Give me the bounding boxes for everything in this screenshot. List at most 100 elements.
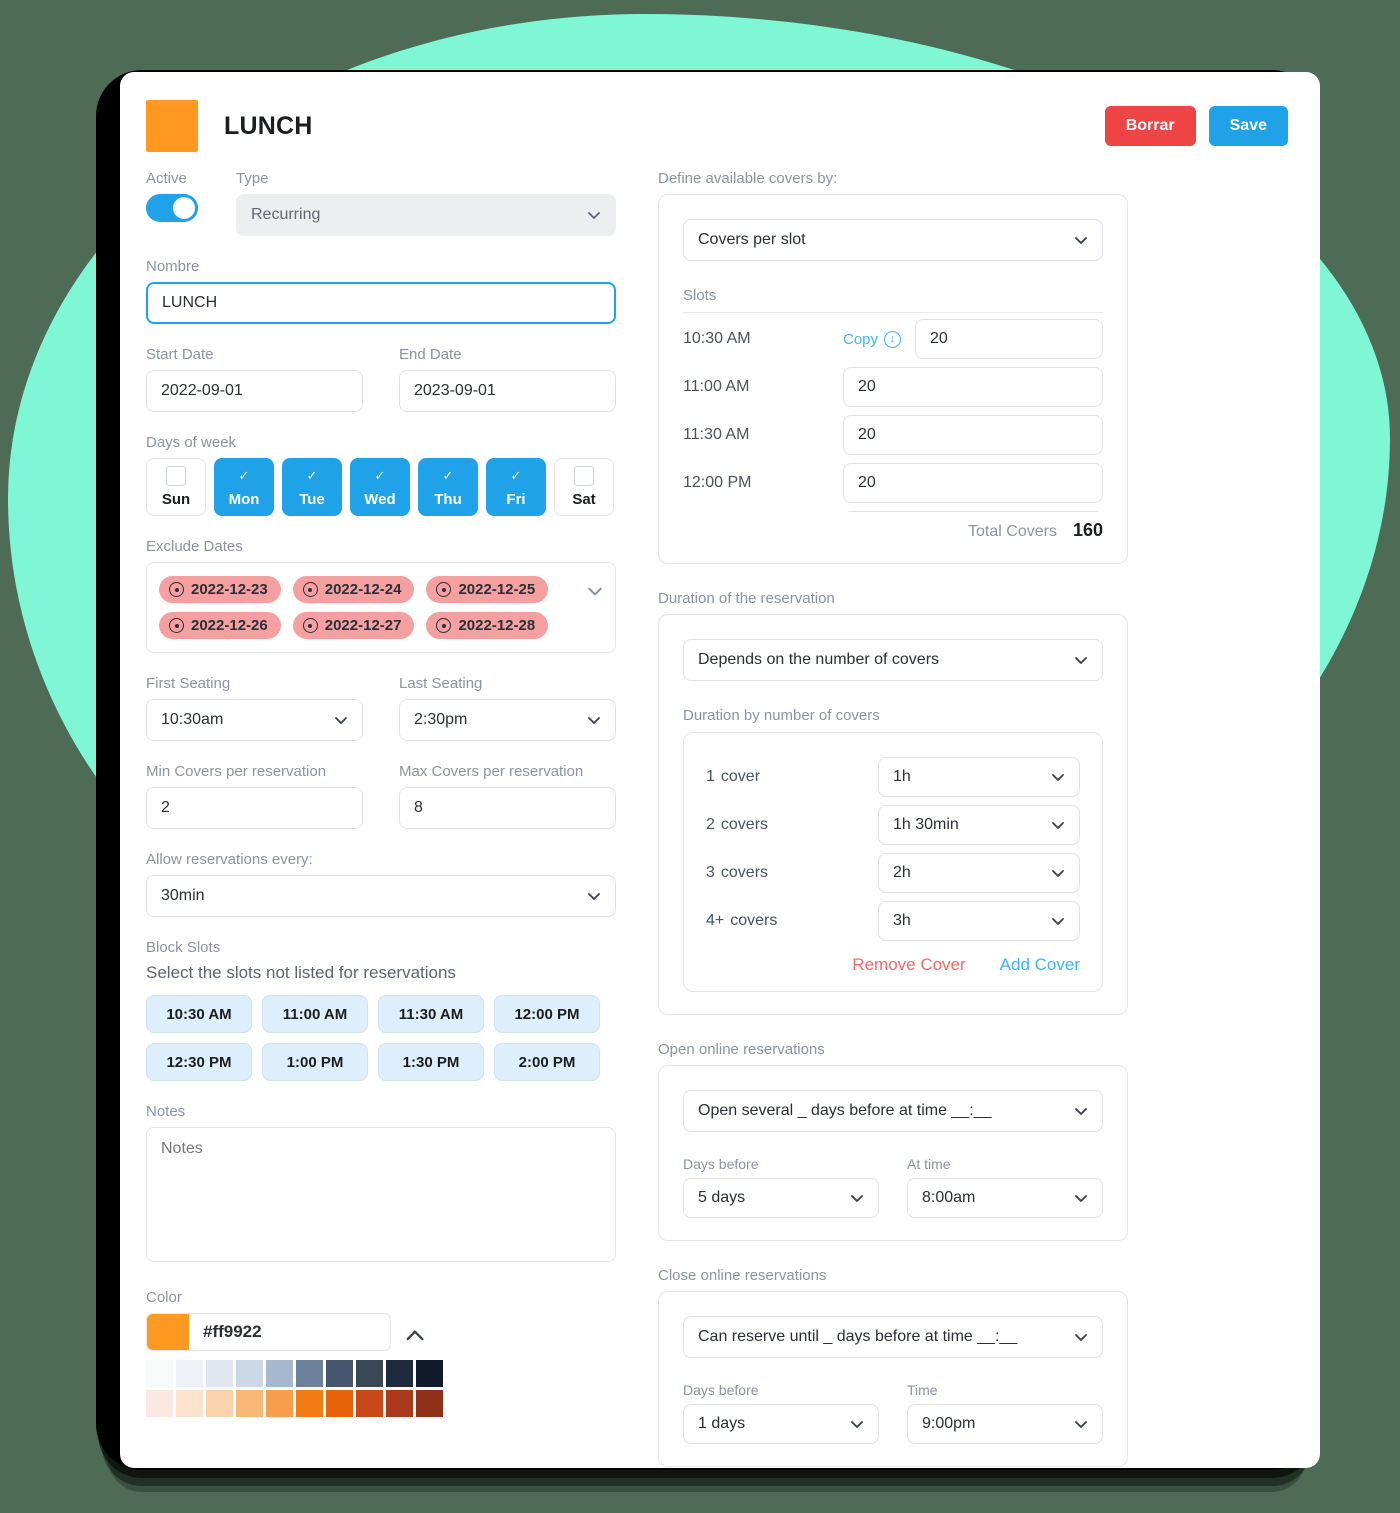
slot-covers-input[interactable]: 20 [843,463,1103,503]
palette-swatch[interactable] [386,1390,413,1417]
day-label: Sun [161,491,191,508]
header: LUNCH Borrar Save [146,98,1288,154]
block-slot-button[interactable]: 2:00 PM [494,1043,600,1081]
block-slot-button[interactable]: 10:30 AM [146,995,252,1033]
add-cover-button[interactable]: Add Cover [1000,955,1080,975]
block-slot-button[interactable]: 1:30 PM [378,1043,484,1081]
slot-covers-input[interactable]: 20 [843,511,1103,512]
start-date-field: Start Date 2022-09-01 [146,346,363,412]
exclude-date-chip[interactable]: 2022-12-24 [292,576,415,603]
max-covers-input[interactable]: 8 [399,787,616,829]
close-rule-select[interactable]: Can reserve until _ days before at time … [683,1316,1103,1358]
palette-swatch[interactable] [416,1360,443,1387]
exclude-dates-box[interactable]: 2022-12-23 2022-12-24 2022-12-25 2022-12-26… [146,562,616,653]
date-range-row: Start Date 2022-09-01 End Date 2023-09-0… [146,346,616,412]
cover-duration-select[interactable]: 2h [878,853,1080,893]
exclude-date-chip[interactable]: 2022-12-27 [292,612,415,639]
block-slot-button[interactable]: 12:30 PM [146,1043,252,1081]
palette-swatch[interactable] [206,1360,233,1387]
block-slot-button[interactable]: 11:30 AM [378,995,484,1033]
open-at-time-select[interactable]: 8:00am [907,1178,1103,1218]
remove-icon[interactable] [169,582,184,597]
cover-duration-value: 3h [893,912,911,929]
day-toggle-mon[interactable]: ✓ Mon [214,458,274,516]
notes-input[interactable] [146,1127,616,1262]
start-date-input[interactable]: 2022-09-01 [146,370,363,412]
delete-button[interactable]: Borrar [1104,106,1196,146]
copy-down-button[interactable]: Copy ↓ [843,330,902,348]
palette-swatch[interactable] [266,1360,293,1387]
palette-swatch[interactable] [146,1390,173,1417]
palette-swatch[interactable] [176,1360,203,1387]
palette-swatch[interactable] [176,1390,203,1417]
cover-duration-select[interactable]: 1h 30min [878,805,1080,845]
slot-covers-input[interactable]: 20 [915,319,1103,359]
end-date-input[interactable]: 2023-09-01 [399,370,616,412]
exclude-date-chip[interactable]: 2022-12-28 [426,612,549,639]
palette-swatch[interactable] [416,1390,443,1417]
service-color-chip [146,100,198,152]
palette-swatch[interactable] [236,1390,263,1417]
chevron-up-icon[interactable] [404,1325,424,1341]
close-time-select[interactable]: 9:00pm [907,1404,1103,1444]
close-days-before-select[interactable]: 1 days [683,1404,879,1444]
day-toggle-wed[interactable]: ✓ Wed [350,458,410,516]
chevron-down-icon[interactable] [587,583,602,597]
slots-list[interactable]: 10:30 AM Copy ↓ 20 11:00 AM 20 11:30 AM 20 12:00… [683,312,1103,512]
remove-icon[interactable] [436,618,452,633]
day-toggle-sat[interactable]: Sat [554,458,614,516]
remove-icon[interactable] [436,582,452,597]
palette-swatch[interactable] [326,1360,353,1387]
active-toggle[interactable] [146,194,198,222]
palette-swatch[interactable] [326,1390,353,1417]
covers-panel: Covers per slot Slots 10:30 AM Copy ↓ 20 11:… [658,194,1128,564]
open-rule-select[interactable]: Open several _ days before at time __:__ [683,1090,1103,1132]
palette-swatch[interactable] [146,1360,173,1387]
remove-cover-button[interactable]: Remove Cover [852,955,965,975]
cover-duration-select[interactable]: 1h [878,757,1080,797]
palette-swatch[interactable] [296,1360,323,1387]
day-label: Sat [572,491,596,508]
palette-swatch[interactable] [206,1390,233,1417]
remove-icon[interactable] [169,618,184,633]
first-seating-select[interactable]: 10:30am [146,699,363,741]
interval-select[interactable]: 30min [146,875,616,917]
block-slots-field: Block Slots Select the slots not listed … [146,939,616,1081]
cover-duration-select[interactable]: 3h [878,901,1080,941]
open-days-before-value: 5 days [698,1189,746,1206]
palette-swatch[interactable] [356,1390,383,1417]
block-slot-button[interactable]: 12:00 PM [494,995,600,1033]
palette-swatch[interactable] [386,1360,413,1387]
color-input[interactable]: #ff9922 [146,1313,391,1351]
save-button[interactable]: Save [1208,106,1288,146]
remove-icon[interactable] [302,618,318,633]
exclude-date-chip[interactable]: 2022-12-26 [159,612,281,639]
nombre-input[interactable]: LUNCH [146,282,616,324]
slot-covers-input[interactable]: 20 [843,367,1103,407]
day-toggle-sun[interactable]: Sun [146,458,206,516]
duration-select[interactable]: Depends on the number of covers [683,639,1103,681]
block-slot-button[interactable]: 11:00 AM [262,995,368,1033]
min-covers-input[interactable]: 2 [146,787,363,829]
covers-by-select[interactable]: Covers per slot [683,219,1103,261]
slot-covers-value: 20 [858,426,876,443]
day-label: Fri [506,491,526,508]
remove-icon[interactable] [302,582,318,597]
duration-label: Duration of the reservation [658,590,835,607]
palette-swatch[interactable] [266,1390,293,1417]
last-seating-select[interactable]: 2:30pm [399,699,616,741]
block-slot-button[interactable]: 1:00 PM [262,1043,368,1081]
palette-swatch[interactable] [296,1390,323,1417]
day-toggle-fri[interactable]: ✓ Fri [486,458,546,516]
exclude-date-chip[interactable]: 2022-12-25 [426,576,549,603]
open-days-before-select[interactable]: 5 days [683,1178,879,1218]
exclude-date-chip[interactable]: 2022-12-23 [159,576,281,603]
palette-swatch[interactable] [236,1360,263,1387]
day-toggle-tue[interactable]: ✓ Tue [282,458,342,516]
type-select[interactable]: Recurring [236,194,616,236]
checkbox-icon [574,466,594,486]
nombre-input-value: LUNCH [162,294,218,311]
palette-swatch[interactable] [356,1360,383,1387]
day-toggle-thu[interactable]: ✓ Thu [418,458,478,516]
slot-covers-input[interactable]: 20 [843,415,1103,455]
